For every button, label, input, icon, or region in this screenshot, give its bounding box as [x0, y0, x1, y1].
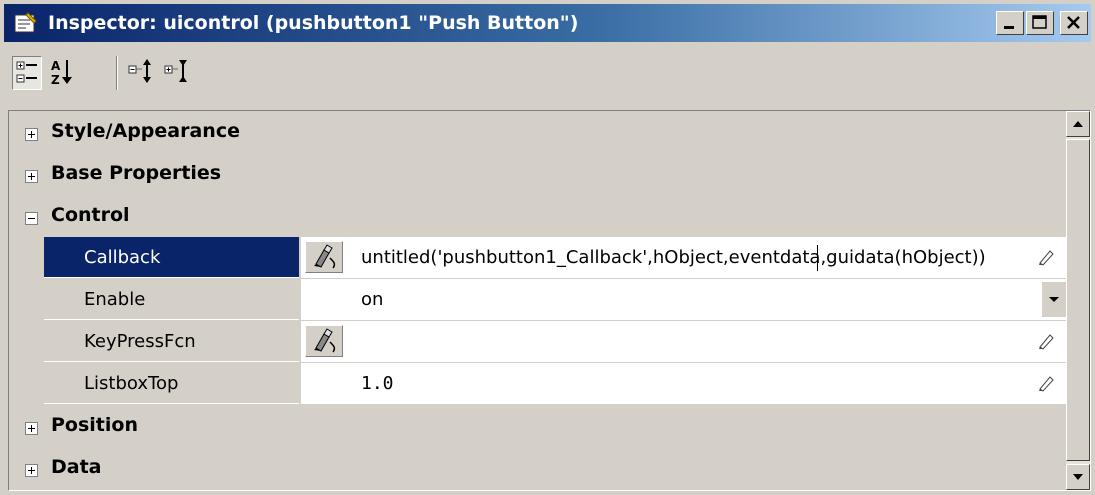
- scroll-up-button[interactable]: [1066, 111, 1090, 137]
- property-name[interactable]: ListboxTop: [44, 363, 299, 404]
- category-label: Base Properties: [51, 162, 222, 184]
- property-row-enable[interactable]: Enable on: [9, 279, 1066, 321]
- close-icon: [1067, 16, 1080, 29]
- category-label: Style/Appearance: [51, 120, 240, 142]
- title-bar[interactable]: Inspector: uicontrol (pushbutton1 "Push …: [4, 4, 1091, 42]
- arrow-up-icon: [1073, 121, 1083, 127]
- property-grid: Style/Appearance Base Properties Control…: [8, 110, 1091, 491]
- enable-dropdown-button[interactable]: [1042, 282, 1066, 317]
- property-name[interactable]: Enable: [44, 279, 299, 320]
- svg-text:A: A: [51, 59, 61, 73]
- property-value-cell[interactable]: on: [301, 279, 1066, 320]
- property-row-callback[interactable]: Callback untitled('pushbutton1_Callback'…: [9, 237, 1066, 279]
- pencil-icon[interactable]: [1036, 331, 1056, 351]
- minimize-icon: [1004, 26, 1014, 29]
- collapse-all-button[interactable]: [162, 56, 192, 90]
- property-value-cell[interactable]: [301, 321, 1066, 362]
- expand-all-icon: [128, 59, 151, 83]
- category-label: Position: [51, 414, 138, 436]
- keypressfcn-edit-button[interactable]: [305, 325, 343, 357]
- property-value[interactable]: 1.0: [361, 363, 1031, 404]
- property-value[interactable]: untitled('pushbutton1_Callback',hObject,…: [361, 237, 1031, 278]
- callback-editor-icon: [314, 328, 336, 353]
- toolbar: A Z: [4, 44, 1091, 104]
- sort-alphabetical-button[interactable]: A Z: [48, 56, 78, 90]
- vertical-scrollbar[interactable]: [1066, 111, 1090, 490]
- window-title: Inspector: uicontrol (pushbutton1 "Push …: [48, 12, 579, 34]
- maximize-button[interactable]: [1026, 11, 1054, 35]
- scroll-down-button[interactable]: [1066, 464, 1090, 490]
- expand-icon[interactable]: [25, 125, 39, 141]
- callback-editor-icon: [314, 244, 336, 269]
- category-control[interactable]: Control: [9, 195, 1066, 237]
- pencil-icon[interactable]: [1036, 373, 1056, 393]
- maximize-icon: [1032, 15, 1047, 29]
- categorized-view-icon: [16, 61, 37, 83]
- category-label: Data: [51, 456, 102, 478]
- sort-alphabetical-icon: A Z: [51, 59, 72, 87]
- dropdown-arrow-icon: [1049, 297, 1059, 302]
- collapse-all-icon: [164, 60, 187, 82]
- category-position[interactable]: Position: [9, 405, 1066, 447]
- inspector-window: Inspector: uicontrol (pushbutton1 "Push …: [0, 0, 1095, 495]
- arrow-down-icon: [1073, 474, 1083, 480]
- scrollbar-thumb[interactable]: [1066, 139, 1090, 461]
- property-name[interactable]: KeyPressFcn: [44, 321, 299, 362]
- minimize-button[interactable]: [996, 11, 1024, 35]
- category-style-appearance[interactable]: Style/Appearance: [9, 111, 1066, 153]
- category-label: Control: [51, 204, 130, 226]
- callback-edit-button[interactable]: [305, 241, 343, 273]
- property-name[interactable]: Callback: [44, 237, 299, 278]
- toolbar-separator: [116, 56, 118, 90]
- expand-icon[interactable]: [25, 419, 39, 435]
- collapse-icon[interactable]: [25, 209, 39, 225]
- property-value-cell[interactable]: 1.0: [301, 363, 1066, 404]
- category-base-properties[interactable]: Base Properties: [9, 153, 1066, 195]
- category-data[interactable]: Data: [9, 447, 1066, 489]
- categorized-view-button[interactable]: [12, 56, 42, 90]
- text-caret: [817, 245, 818, 271]
- svg-text:Z: Z: [51, 73, 60, 87]
- inspector-icon: [14, 12, 38, 34]
- close-button[interactable]: [1060, 11, 1088, 35]
- property-value[interactable]: on: [361, 279, 1031, 320]
- expand-icon[interactable]: [25, 461, 39, 477]
- property-row-listboxtop[interactable]: ListboxTop 1.0: [9, 363, 1066, 405]
- property-value-cell[interactable]: untitled('pushbutton1_Callback',hObject,…: [301, 237, 1066, 278]
- pencil-icon[interactable]: [1036, 247, 1056, 267]
- expand-all-button[interactable]: [126, 56, 156, 90]
- property-row-keypressfcn[interactable]: KeyPressFcn: [9, 321, 1066, 363]
- expand-icon[interactable]: [25, 167, 39, 183]
